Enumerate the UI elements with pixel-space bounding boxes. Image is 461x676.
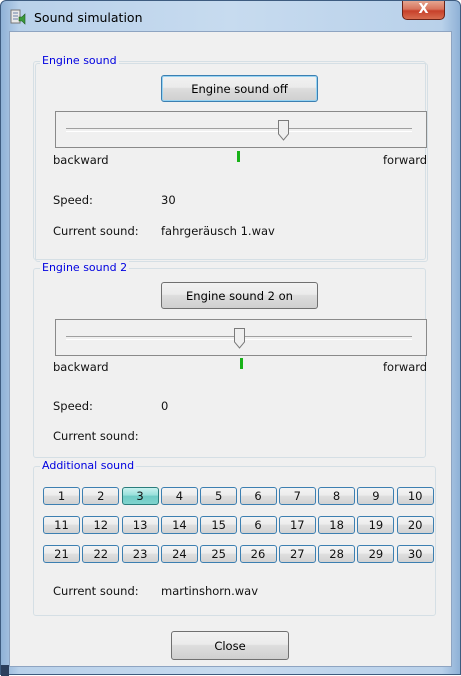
sound-button-21[interactable]: 21: [43, 545, 80, 563]
sound-button-29[interactable]: 29: [357, 545, 395, 563]
additional-sound-legend: Additional sound: [40, 459, 137, 473]
forward-label: forward: [383, 153, 428, 167]
frame-edge: [1, 665, 9, 676]
sound-button-12[interactable]: 12: [82, 516, 120, 534]
forward-label: forward: [383, 360, 428, 374]
speaker-app-icon: [10, 9, 26, 25]
sound-button-27[interactable]: 27: [278, 545, 316, 563]
backward-label: backward: [53, 153, 109, 167]
sound-button-15[interactable]: 15: [200, 516, 238, 534]
backward-label: backward: [53, 360, 109, 374]
current-sound-label: Current sound:: [53, 584, 139, 598]
sound-button-6[interactable]: 6: [239, 487, 277, 505]
speed-value: 0: [161, 399, 169, 413]
window-title: Sound simulation: [34, 10, 143, 25]
engine-sound-2-legend: Engine sound 2: [40, 261, 130, 275]
sound-button-16[interactable]: 6: [239, 516, 277, 534]
sound-button-28[interactable]: 28: [318, 545, 356, 563]
engine-sound-slider[interactable]: [55, 111, 427, 148]
slider-thumb[interactable]: [278, 120, 290, 141]
sound-button-5[interactable]: 5: [200, 487, 238, 505]
sound-button-1[interactable]: 1: [43, 487, 80, 505]
slider-track: [66, 128, 412, 132]
sound-button-17[interactable]: 17: [278, 516, 316, 534]
sound-button-25[interactable]: 25: [200, 545, 238, 563]
sound-button-13[interactable]: 13: [121, 516, 159, 534]
sound-button-23[interactable]: 23: [121, 545, 159, 563]
current-sound-label: Current sound:: [53, 224, 139, 238]
sound-button-19[interactable]: 19: [357, 516, 395, 534]
current-sound-label: Current sound:: [53, 429, 139, 443]
sound-button-18[interactable]: 18: [318, 516, 356, 534]
close-window-button[interactable]: X: [402, 1, 445, 20]
sound-button-14[interactable]: 14: [160, 516, 198, 534]
sound-button-26[interactable]: 26: [239, 545, 277, 563]
sound-button-20[interactable]: 20: [396, 516, 434, 534]
engine-sound-legend: Engine sound: [40, 54, 119, 68]
speed-label: Speed:: [53, 193, 93, 207]
speed-label: Speed:: [53, 399, 93, 413]
sound-button-22[interactable]: 22: [82, 545, 120, 563]
sound-button-4[interactable]: 4: [160, 487, 198, 505]
speed-value: 30: [161, 193, 176, 207]
engine-sound-2-slider[interactable]: [55, 319, 427, 356]
current-sound-value: martinshorn.wav: [161, 584, 259, 598]
sound-button-2[interactable]: 2: [82, 487, 120, 505]
close-button[interactable]: Close: [171, 631, 289, 660]
sound-button-8[interactable]: 8: [318, 487, 356, 505]
sound-button-3[interactable]: 3: [121, 487, 159, 505]
sound-button-10[interactable]: 10: [396, 487, 434, 505]
sound-button-30[interactable]: 30: [396, 545, 434, 563]
slider-center-tick: [240, 358, 243, 369]
engine-sound-2-toggle-button[interactable]: Engine sound 2 on: [161, 282, 318, 309]
close-icon: X: [418, 2, 429, 17]
current-sound-value: fahrgeräusch 1.wav: [161, 224, 275, 238]
sound-button-24[interactable]: 24: [160, 545, 198, 563]
slider-thumb[interactable]: [233, 328, 245, 349]
slider-center-tick: [237, 151, 240, 162]
sound-button-9[interactable]: 9: [357, 487, 395, 505]
engine-sound-toggle-button[interactable]: Engine sound off: [161, 75, 318, 102]
sound-button-7[interactable]: 7: [278, 487, 316, 505]
title-bar[interactable]: Sound simulation X: [1, 1, 460, 31]
sound-button-11[interactable]: 11: [43, 516, 80, 534]
